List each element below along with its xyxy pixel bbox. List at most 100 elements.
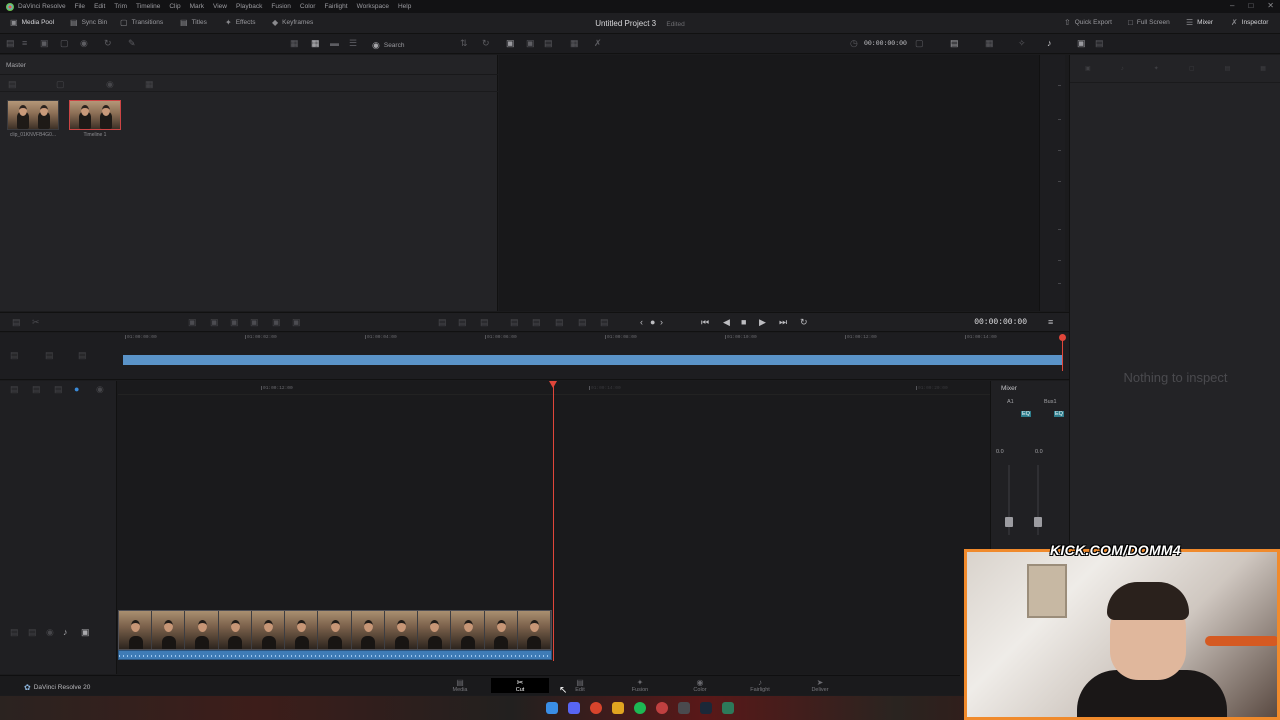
search-button[interactable]: ◉ Search [372,40,404,51]
stop-icon[interactable]: ■ [741,317,746,327]
track-color-icon[interactable]: ● [74,385,79,394]
source-overwrite-icon[interactable]: ▣ [292,317,301,328]
ripple-icon[interactable]: ▣ [230,317,239,328]
menu-view[interactable]: View [213,3,227,10]
bus1-eq-badge[interactable]: EQ [1054,411,1064,417]
video-clip[interactable] [118,610,552,650]
camera-icon[interactable]: ▤ [578,317,587,328]
page-media-button[interactable]: ▤ Media [440,678,480,693]
page-color-button[interactable]: ◉ Color [680,678,720,693]
file-tab-icon[interactable]: ▦ [1260,65,1266,72]
spotify-icon[interactable] [634,702,646,714]
image-icon[interactable]: ▣ [506,38,515,49]
upper-ruler[interactable]: 01:00:00:00 01:00:02:00 01:00:04:00 01:0… [123,335,1063,349]
viewer-mode-icon[interactable]: ▢ [915,38,924,49]
menu-trim[interactable]: Trim [114,3,127,10]
media-clip[interactable]: clip_01KNVFB4G0... [7,100,59,138]
dynamic-trim-icon[interactable]: ▤ [458,317,467,328]
list-icon[interactable]: ≡ [22,38,27,48]
a1-fader[interactable] [1005,465,1013,535]
viewer-options-icon[interactable]: ▤ [950,38,959,49]
page-cut-button[interactable]: ✂ Cut [491,678,549,693]
link-icon[interactable]: ◉ [80,38,88,49]
sync-icon[interactable]: ↻ [482,38,490,49]
browser-icon[interactable] [590,702,602,714]
menu-timeline[interactable]: Timeline [136,3,160,10]
play-icon[interactable]: ▶ [759,317,766,328]
sort-order-icon[interactable]: ⇅ [460,38,468,49]
pen-icon[interactable]: ✎ [128,38,136,49]
image-tab-icon[interactable]: ▤ [1225,65,1231,72]
maximize-icon[interactable]: □ [1248,1,1253,10]
import-icon[interactable]: ▣ [40,38,49,49]
audio-track-icon[interactable]: ▤ [78,351,87,360]
track-mute-icon[interactable]: ♪ [63,628,68,637]
menu-workspace[interactable]: Workspace [357,3,389,10]
folder-icon[interactable]: ▢ [60,38,69,49]
discord-icon[interactable] [568,702,580,714]
zoom-icon[interactable]: ✧ [1018,38,1026,49]
transition-tab-icon[interactable]: ▢ [1189,65,1195,72]
track-audio-icon[interactable]: ◉ [96,385,104,394]
effects-tab-icon[interactable]: ✦ [1154,65,1159,72]
timeline-clip[interactable]: Timeline 1 [69,100,121,138]
audio-clip[interactable] [118,650,552,660]
close-icon[interactable]: ✕ [1267,1,1274,10]
inspector-image-icon[interactable]: ▣ [1077,38,1086,49]
transition-icon[interactable]: ▤ [480,317,489,328]
razor-icon[interactable]: ✂ [32,317,40,328]
volume-icon[interactable]: ♪ [1047,38,1052,48]
menu-fusion[interactable]: Fusion [271,3,291,10]
upper-timeline-clip[interactable] [123,355,1063,365]
quick-export-button[interactable]: ⇧ Quick Export [1064,18,1112,27]
go-to-end-icon[interactable]: ⏭ [779,317,787,328]
menu-file[interactable]: File [75,3,85,10]
strip-view-icon[interactable]: ▬ [330,38,339,48]
app-icon[interactable] [722,702,734,714]
export-clip-icon[interactable]: ▤ [600,317,609,328]
upper-timeline[interactable]: ▤ ▤ ▤ 01:00:00:00 01:00:02:00 01:00:04:0… [0,333,1069,380]
a1-eq-badge[interactable]: EQ [1021,411,1031,417]
smart-insert-icon[interactable]: ▣ [188,317,197,328]
track-view-icon[interactable]: ▤ [10,385,19,394]
next-marker-icon[interactable]: › [660,317,663,327]
inspector-panel-icon[interactable]: ▤ [1095,38,1104,49]
menu-clip[interactable]: Clip [169,3,180,10]
page-fairlight-button[interactable]: ♪ Fairlight [740,678,780,693]
loop-icon[interactable]: ↻ [800,317,808,328]
track-lock-toggle-icon[interactable]: ▤ [10,628,19,637]
page-fusion-button[interactable]: ✦ Fusion [620,678,660,693]
page-deliver-button[interactable]: ➤ Deliver [800,678,840,693]
app-icon[interactable] [656,702,668,714]
trim-icon[interactable]: ▤ [438,317,447,328]
track-settings-icon[interactable]: ▤ [54,385,63,394]
list-view-icon[interactable]: ☰ [349,38,357,49]
track-lock-icon[interactable]: ▤ [10,351,19,360]
transform-icon[interactable]: ▦ [985,38,994,49]
bin-list-icon[interactable]: ▤ [8,80,17,89]
marker-dot-icon[interactable]: ● [650,317,655,327]
minimize-icon[interactable]: – [1230,1,1234,10]
upper-playhead[interactable] [1059,334,1066,371]
audio-icon[interactable]: ▤ [555,317,564,328]
lower-timeline[interactable]: ▤ ▤ ▤ ● ◉ ▤ ▤ ◉ ♪ ▣ 01:00:12:00 01:00:14… [0,381,990,674]
mixer-toggle-button[interactable]: ☰ Mixer [1186,18,1213,27]
place-on-top-icon[interactable]: ▣ [272,317,281,328]
safe-area-icon[interactable]: ▣ [526,38,535,49]
audio-tab-icon[interactable]: ♪ [1121,66,1124,72]
menu-fairlight[interactable]: Fairlight [324,3,347,10]
video-tab-icon[interactable]: ▣ [1085,65,1091,72]
menu-color[interactable]: Color [300,3,316,10]
steam-icon[interactable] [700,702,712,714]
timeline-options-icon[interactable]: ≡ [1048,317,1053,327]
layout-icon[interactable]: ▦ [570,38,579,49]
full-screen-button[interactable]: □ Full Screen [1128,18,1170,27]
close-up-icon[interactable]: ▣ [250,317,259,328]
zoom-track-icon[interactable]: ▤ [45,351,54,360]
menu-app-name[interactable]: DaVinci Resolve [18,3,66,10]
app-icon[interactable] [678,702,690,714]
windows-start-icon[interactable] [546,702,558,714]
menu-playback[interactable]: Playback [236,3,262,10]
marker-icon[interactable]: ✗ [594,38,602,49]
track-monitor-icon[interactable]: ▣ [81,628,90,637]
